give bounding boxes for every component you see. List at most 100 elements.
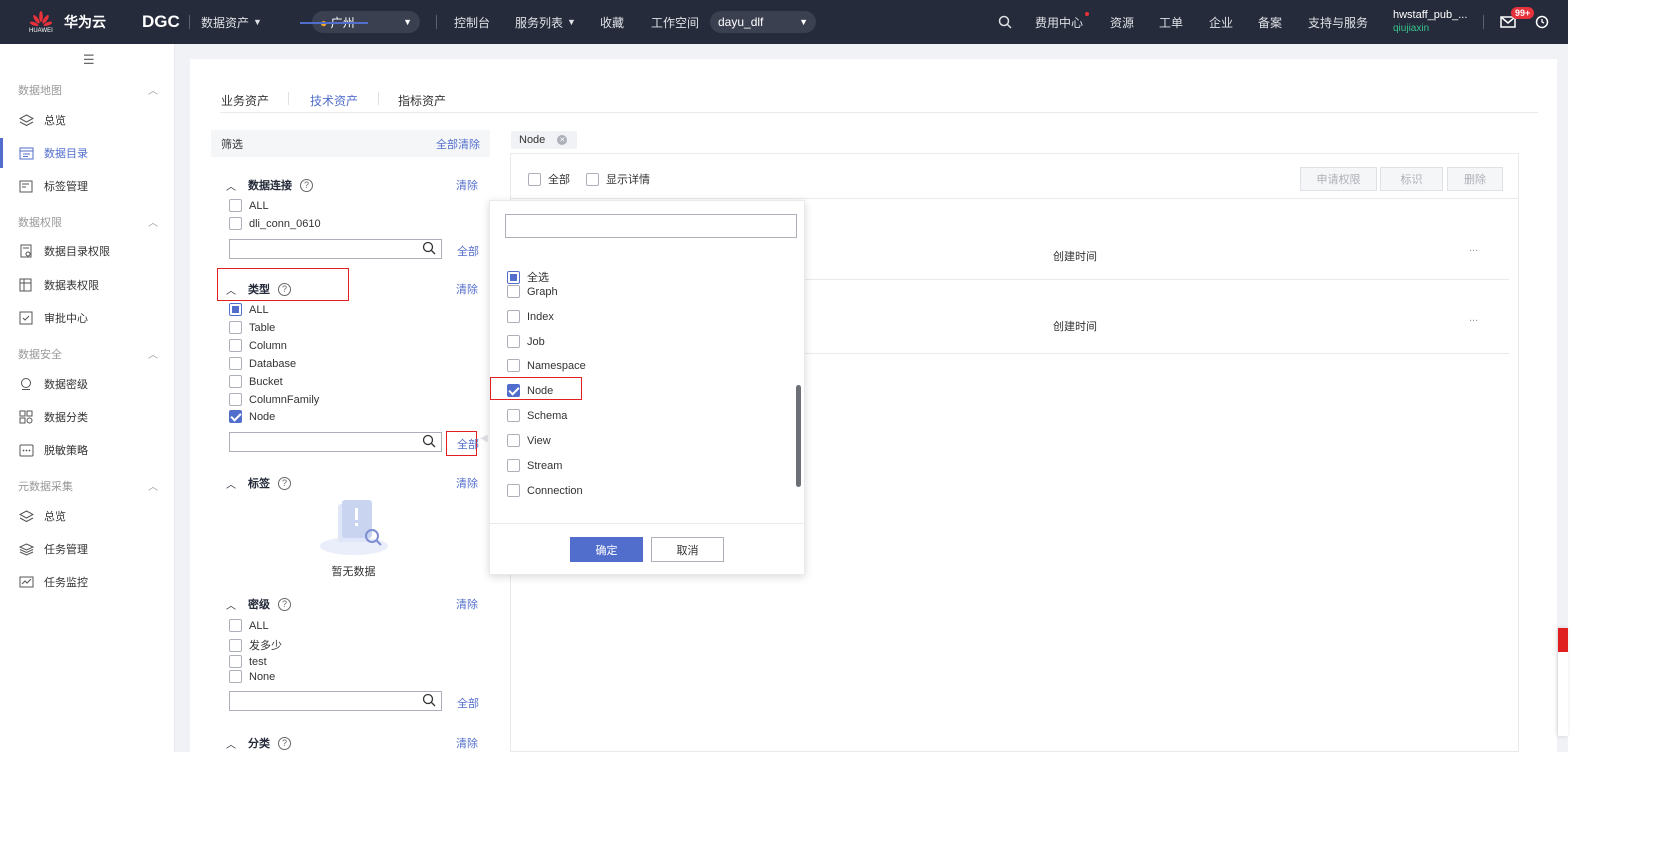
type-option-bucket[interactable]: Bucket bbox=[229, 375, 283, 388]
more-actions-icon[interactable]: ... bbox=[1469, 242, 1478, 254]
level-clear-button[interactable]: 清除 bbox=[456, 596, 478, 612]
more-actions-icon[interactable]: ... bbox=[1469, 312, 1478, 324]
level-all-button[interactable]: 全部 bbox=[457, 695, 479, 711]
checkbox[interactable] bbox=[528, 172, 541, 186]
level-search-input[interactable] bbox=[229, 691, 442, 711]
connection-search-input[interactable] bbox=[229, 239, 442, 259]
sidebar-item-table-permission[interactable]: 数据表权限 bbox=[0, 270, 174, 300]
sidebar-item-masking-policy[interactable]: 脱敏策略 bbox=[0, 435, 174, 465]
delete-button[interactable]: 删除 bbox=[1447, 167, 1503, 191]
data-assets-menu[interactable]: 数据资产 ▼ bbox=[201, 0, 262, 44]
sidebar-item-catalog-permission[interactable]: 数据目录权限 bbox=[0, 236, 174, 266]
clear-all-button[interactable]: 全部清除 bbox=[436, 136, 480, 152]
tickets-link[interactable]: 工单 bbox=[1159, 0, 1183, 44]
search-icon[interactable] bbox=[998, 0, 1012, 44]
sidebar-item-approval-center[interactable]: 审批中心 bbox=[0, 303, 174, 333]
sidebar-item-data-level[interactable]: 数据密级 bbox=[0, 369, 174, 399]
type-option-table[interactable]: Table bbox=[229, 321, 275, 334]
type-clear-button[interactable]: 清除 bbox=[456, 281, 478, 297]
category-section-header[interactable]: ︿ 分类? bbox=[226, 735, 291, 751]
type-search-input[interactable] bbox=[229, 432, 442, 452]
connection-option-all[interactable]: ALL bbox=[229, 199, 269, 212]
checkbox[interactable] bbox=[586, 172, 599, 186]
request-permission-button[interactable]: 申请权限 bbox=[1300, 167, 1377, 191]
checkbox[interactable] bbox=[507, 484, 520, 497]
dropdown-option-graph[interactable]: Graph bbox=[507, 285, 558, 298]
type-option-database[interactable]: Database bbox=[229, 357, 296, 370]
clock-icon[interactable] bbox=[1535, 0, 1549, 44]
checkbox[interactable] bbox=[507, 459, 520, 472]
dropdown-option-node[interactable]: Node bbox=[507, 384, 553, 397]
type-option-all[interactable]: ALL bbox=[229, 303, 269, 316]
enterprise-link[interactable]: 企业 bbox=[1209, 0, 1233, 44]
dropdown-option-schema[interactable]: Schema bbox=[507, 409, 567, 422]
tag-clear-button[interactable]: 清除 bbox=[456, 475, 478, 491]
checkbox-checked[interactable] bbox=[507, 384, 520, 397]
sidebar-section-data-permission[interactable]: 数据权限 ︿ bbox=[18, 214, 158, 230]
checkbox[interactable] bbox=[229, 670, 242, 683]
checkbox[interactable] bbox=[229, 199, 242, 212]
dropdown-option-view[interactable]: View bbox=[507, 434, 551, 447]
type-section-header[interactable]: ︿ 类型? bbox=[226, 281, 291, 297]
service-list-menu[interactable]: 服务列表 ▼ bbox=[515, 0, 576, 44]
type-options-search-input[interactable] bbox=[505, 214, 797, 238]
cancel-button[interactable]: 取消 bbox=[651, 537, 724, 562]
type-option-columnfamily[interactable]: ColumnFamily bbox=[229, 393, 319, 406]
checkbox[interactable] bbox=[229, 321, 242, 334]
connection-section-header[interactable]: ︿ 数据连接? bbox=[226, 177, 313, 193]
level-option-none[interactable]: None bbox=[229, 670, 275, 683]
resources-link[interactable]: 资源 bbox=[1110, 0, 1134, 44]
checkbox-checked[interactable] bbox=[229, 410, 242, 423]
mark-button[interactable]: 标识 bbox=[1380, 167, 1443, 191]
tab-business-assets[interactable]: 业务资产 bbox=[221, 92, 269, 109]
checkbox[interactable] bbox=[229, 357, 242, 370]
checkbox[interactable] bbox=[229, 655, 242, 668]
console-link[interactable]: 控制台 bbox=[454, 0, 490, 44]
help-icon[interactable]: ? bbox=[278, 282, 291, 296]
dropdown-option-select-all[interactable]: 全选 bbox=[507, 269, 549, 285]
level-section-header[interactable]: ︿ 密级? bbox=[226, 596, 291, 612]
sidebar-section-data-map[interactable]: 数据地图 ︿ bbox=[18, 82, 158, 98]
sidebar-item-collection-overview[interactable]: 总览 bbox=[0, 501, 174, 531]
checkbox-indeterminate[interactable] bbox=[507, 270, 520, 284]
help-icon[interactable]: ? bbox=[278, 476, 291, 490]
remove-tag-icon[interactable]: ✕ bbox=[557, 135, 568, 145]
workspace-selector[interactable]: dayu_dlf ▼ bbox=[710, 11, 816, 33]
checkbox[interactable] bbox=[507, 409, 520, 422]
dropdown-option-namespace[interactable]: Namespace bbox=[507, 359, 586, 372]
level-option-test[interactable]: test bbox=[229, 655, 267, 668]
product-name[interactable]: DGC bbox=[142, 0, 180, 44]
icp-filing-link[interactable]: 备案 bbox=[1258, 0, 1282, 44]
type-option-node[interactable]: Node bbox=[229, 410, 275, 423]
dropdown-option-job[interactable]: Job bbox=[507, 335, 545, 348]
connection-option-dli[interactable]: dli_conn_0610 bbox=[229, 217, 321, 230]
checkbox[interactable] bbox=[229, 375, 242, 388]
connection-all-button[interactable]: 全部 bbox=[457, 243, 479, 259]
collapse-menu-icon[interactable]: ☰ bbox=[83, 52, 95, 68]
connection-clear-button[interactable]: 清除 bbox=[456, 177, 478, 193]
show-details-checkbox[interactable]: 显示详情 bbox=[586, 171, 650, 187]
huawei-cloud-logo[interactable]: HUAWEI 华为云 bbox=[29, 0, 106, 44]
type-option-column[interactable]: Column bbox=[229, 339, 287, 352]
select-all-checkbox[interactable]: 全部 bbox=[528, 171, 570, 187]
checkbox[interactable] bbox=[229, 619, 242, 632]
dropdown-option-index[interactable]: Index bbox=[507, 310, 554, 323]
tab-metric-assets[interactable]: 指标资产 bbox=[398, 92, 446, 109]
sidebar-item-tag-management[interactable]: 标签管理 bbox=[0, 171, 174, 201]
checkbox[interactable] bbox=[507, 310, 520, 323]
checkbox[interactable] bbox=[507, 335, 520, 348]
help-icon[interactable]: ? bbox=[278, 597, 291, 611]
category-clear-button[interactable]: 清除 bbox=[456, 735, 478, 751]
checkbox[interactable] bbox=[507, 285, 520, 298]
help-icon[interactable]: ? bbox=[278, 736, 291, 750]
support-link[interactable]: 支持与服务 bbox=[1308, 0, 1368, 44]
level-option-all[interactable]: ALL bbox=[229, 619, 269, 632]
billing-center-link[interactable]: 费用中心 bbox=[1035, 0, 1089, 44]
help-icon[interactable]: ? bbox=[300, 178, 313, 192]
type-all-button[interactable]: 全部 bbox=[457, 436, 479, 452]
checkbox-indeterminate[interactable] bbox=[229, 303, 242, 316]
checkbox[interactable] bbox=[507, 434, 520, 447]
checkbox[interactable] bbox=[229, 217, 242, 230]
tag-section-header[interactable]: ︿ 标签? bbox=[226, 475, 291, 491]
sidebar-section-data-security[interactable]: 数据安全 ︿ bbox=[18, 346, 158, 362]
